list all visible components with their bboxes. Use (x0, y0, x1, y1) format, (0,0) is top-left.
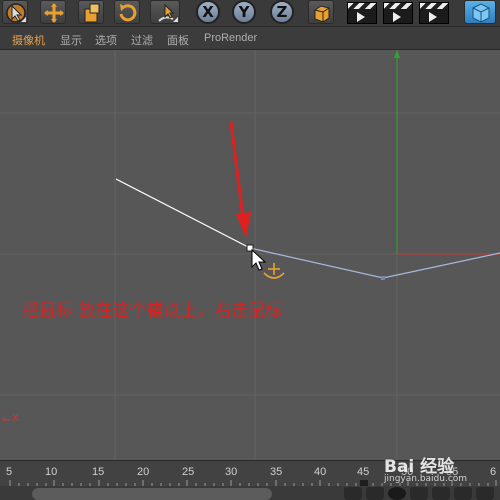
x-axis-minus-label: - (2, 413, 6, 424)
y-axis-arrow (394, 50, 400, 58)
x-axis-lock-button[interactable]: X (196, 0, 220, 24)
x-axis-label: X (12, 413, 19, 424)
timeline-tick-label: 20 (137, 466, 150, 478)
cube-icon[interactable] (464, 0, 496, 24)
render-picture-viewer-icon[interactable] (383, 2, 413, 24)
frame-range-slider[interactable] (32, 488, 272, 500)
timeline-tick-label: 25 (182, 466, 195, 478)
select-arrow-icon[interactable] (2, 0, 28, 24)
top-toolbar: X Y Z (0, 0, 500, 27)
y-axis-lock-button[interactable]: Y (232, 0, 256, 24)
cinema4d-window: X Y Z 摄像机 显示 选项 过滤 面板 ProRender 把鼠标 放在这个… (0, 0, 500, 500)
menu-camera[interactable]: 摄像机 (12, 32, 45, 48)
menu-prorender[interactable]: ProRender (204, 32, 257, 44)
mouse-cursor-icon (251, 248, 267, 271)
anchor-point[interactable] (381, 276, 385, 280)
spline-selected-segment[interactable] (115, 178, 251, 249)
scale-icon[interactable] (78, 0, 104, 24)
viewport-canvas (0, 50, 500, 460)
menu-filter[interactable]: 过滤 (131, 32, 153, 48)
playback-button[interactable] (476, 487, 494, 500)
baidu-jingyan-watermark: Bai 经验 jingyan.baidu.com (384, 452, 467, 484)
render-settings-icon[interactable] (419, 2, 449, 24)
render-view-icon[interactable] (347, 2, 377, 24)
editor-viewport[interactable]: 把鼠标 放在这个锚点上，右击鼠标 - X (0, 50, 500, 460)
bottom-controls (0, 486, 500, 500)
playback-button[interactable] (410, 487, 428, 500)
record-button[interactable] (388, 487, 406, 500)
live-select-icon[interactable] (150, 0, 180, 24)
z-axis-lock-button[interactable]: Z (270, 0, 294, 24)
move-icon[interactable] (40, 0, 66, 24)
viewport-menu-bar: 摄像机 显示 选项 过滤 面板 ProRender (0, 27, 500, 50)
menu-display[interactable]: 显示 (60, 32, 82, 48)
playback-button[interactable] (432, 487, 450, 500)
timeline-tick-label: 35 (270, 466, 283, 478)
timeline-tick-label: 45 (357, 466, 370, 478)
rotate-icon[interactable] (114, 0, 140, 24)
grid (0, 50, 500, 460)
move-gizmo-icon (263, 263, 285, 279)
watermark-subtext: jingyan.baidu.com (384, 474, 468, 484)
spline-segment[interactable] (249, 247, 500, 279)
timeline-tick-label: 30 (225, 466, 238, 478)
annotation-text: 把鼠标 放在这个锚点上，右击鼠标 (22, 301, 283, 321)
menu-panel[interactable]: 面板 (167, 32, 189, 48)
timeline-tick-label: 6 (490, 466, 497, 478)
playback-button[interactable] (366, 487, 384, 500)
playback-button[interactable] (454, 487, 472, 500)
timeline-tick-label: 40 (314, 466, 327, 478)
menu-options[interactable]: 选项 (95, 32, 117, 48)
playback-button[interactable] (344, 487, 362, 500)
timeline-tick-label: 15 (92, 466, 105, 478)
world-coordinates-icon[interactable] (308, 0, 334, 24)
timeline-tick-label: 10 (45, 466, 58, 478)
annotation-arrow (229, 121, 251, 238)
timeline-tick-label: 5 (6, 466, 13, 478)
